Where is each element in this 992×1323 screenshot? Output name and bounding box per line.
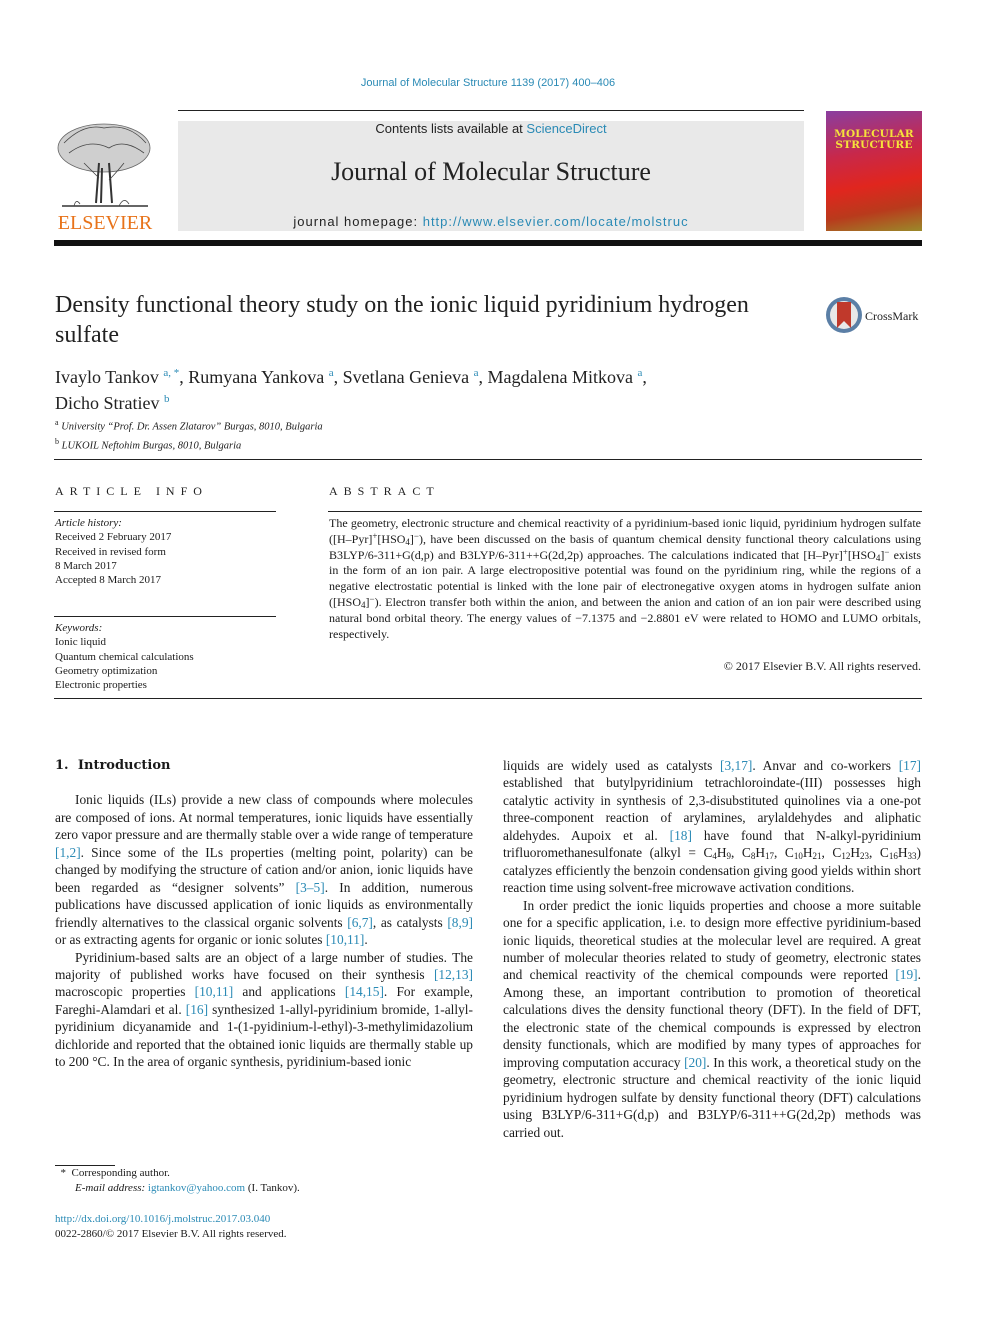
history-item: Received in revised form (55, 545, 166, 558)
journal-name: Journal of Molecular Structure (331, 157, 651, 186)
abstract-fragment: [HSO (847, 547, 876, 562)
article-history: Article history: Received 2 February 201… (55, 516, 277, 587)
section-rule (54, 698, 922, 699)
reference-link[interactable]: [1,2] (55, 845, 81, 860)
cover-title: MOLECULAR STRUCTURE (830, 129, 918, 151)
affiliation-text: LUKOIL Neftohim Burgas, 8010, Bulgaria (61, 440, 242, 451)
email-owner: (I. Tankov). (245, 1182, 300, 1194)
abstract-copyright: © 2017 Elsevier B.V. All rights reserved… (723, 659, 921, 673)
author-name[interactable]: Magdalena Mitkova (488, 367, 633, 387)
reference-link[interactable]: [6,7] (347, 915, 373, 930)
footnote-marker: * (60, 1167, 67, 1179)
paragraph: In order predict the ionic liquids prope… (503, 897, 921, 1140)
keyword: Ionic liquid (55, 636, 107, 649)
author-separator: , (642, 367, 647, 387)
author-name[interactable]: Svetlana Genieva (343, 367, 469, 387)
reference-link[interactable]: [3–5] (296, 880, 325, 895)
reference-link[interactable]: [18] (670, 828, 692, 843)
doi-block: http://dx.doi.org/10.1016/j.molstruc.201… (55, 1212, 475, 1242)
author-affiliation-marker[interactable]: b (164, 393, 170, 405)
history-item: Received 2 February 2017 (55, 531, 172, 544)
contents-line: Contents lists available at ScienceDirec… (178, 121, 804, 136)
paragraph: Pyridinium-based salts are an object of … (55, 949, 473, 1070)
email-note: E-mail address: igtankov@yahoo.com (I. T… (55, 1181, 475, 1196)
affiliation-text: University “Prof. Dr. Assen Zlatarov” Bu… (61, 421, 323, 433)
journal-masthead: Contents lists available at ScienceDirec… (178, 121, 804, 231)
paragraph: Ionic liquids (ILs) provide a new class … (55, 792, 473, 948)
article-title: Density functional theory study on the i… (55, 292, 749, 348)
journal-citation[interactable]: Journal of Molecular Structure 1139 (201… (0, 77, 976, 89)
keyword: Electronic properties (55, 679, 147, 692)
abstract-fragment: ). Electron transfer both within the ani… (329, 594, 921, 641)
article-info-rule (54, 511, 276, 512)
reference-link[interactable]: [19] (895, 967, 917, 982)
contents-prefix: Contents lists available at (375, 121, 527, 136)
affiliation: b LUKOIL Neftohim Burgas, 8010, Bulgaria (55, 435, 655, 454)
crossmark-label: CrossMark (865, 309, 919, 323)
crossmark-icon (826, 297, 862, 333)
affiliation-marker: a (55, 418, 59, 427)
history-item: 8 March 2017 (55, 559, 117, 572)
article-info-heading: ARTICLE INFO (55, 484, 208, 498)
author-name[interactable]: Dicho Stratiev (55, 393, 159, 413)
section-number: 1. (55, 758, 69, 773)
affiliation-marker: b (55, 436, 59, 446)
reference-link[interactable]: [10,11] (195, 984, 234, 999)
section-heading: 1. Introduction (55, 757, 473, 774)
abstract-fragment: [HSO (377, 531, 406, 546)
reference-link[interactable]: [14,15] (345, 984, 384, 999)
elsevier-wordmark[interactable]: ELSEVIER (54, 212, 156, 235)
reference-link[interactable]: [12,13] (434, 967, 473, 982)
history-item: Accepted 8 March 2017 (55, 574, 161, 587)
footnotes: * Corresponding author. E-mail address: … (55, 1166, 475, 1196)
abstract-text: The geometry, electronic structure and c… (329, 516, 921, 642)
history-label: Article history: (55, 517, 122, 529)
homepage-link[interactable]: http://www.elsevier.com/locate/molstruc (423, 214, 689, 229)
author-separator: , (333, 367, 343, 387)
sciencedirect-link[interactable]: ScienceDirect (526, 121, 606, 136)
author-name[interactable]: Rumyana Yankova (188, 367, 324, 387)
reference-link[interactable]: [17] (899, 758, 921, 773)
email-link[interactable]: igtankov@yahoo.com (148, 1182, 245, 1194)
cover-title-line2: STRUCTURE (835, 139, 913, 151)
email-label: E-mail address: (75, 1182, 148, 1194)
footnote-text: Corresponding author. (71, 1167, 170, 1179)
header-rule (178, 110, 804, 111)
abstract-heading: ABSTRACT (329, 484, 440, 498)
author-name[interactable]: Ivaylo Tankov (55, 367, 159, 387)
author-separator: , (179, 367, 189, 387)
journal-cover-image[interactable]: MOLECULAR STRUCTURE (826, 111, 922, 231)
reference-link[interactable]: [16] (186, 1002, 208, 1017)
paragraph-continued: liquids are widely used as catalysts [3,… (503, 758, 921, 896)
keyword: Geometry optimization (55, 664, 158, 677)
reference-link[interactable]: [8,9] (447, 915, 473, 930)
reference-link[interactable]: [20] (684, 1055, 706, 1070)
keywords: Keywords: Ionic liquid Quantum chemical … (55, 621, 277, 692)
section-title: Introduction (77, 758, 171, 773)
reference-link[interactable]: [3,17] (720, 758, 752, 773)
issn-line: 0022-2860/© 2017 Elsevier B.V. All right… (55, 1228, 287, 1240)
author-list: Ivaylo Tankov a, *, Rumyana Yankova a, S… (55, 362, 855, 414)
keywords-label: Keywords: (55, 622, 103, 634)
corresponding-author-note: * Corresponding author. (55, 1166, 475, 1181)
crossmark-button[interactable]: CrossMark (825, 296, 935, 336)
body-column-right: liquids are widely used as catalysts [3,… (503, 757, 921, 1141)
author-separator: , (478, 367, 488, 387)
keywords-rule (54, 616, 276, 617)
section-rule (54, 459, 922, 460)
affiliation: a University “Prof. Dr. Assen Zlatarov” … (55, 416, 655, 435)
homepage-prefix: journal homepage: (293, 214, 423, 229)
keyword: Quantum chemical calculations (55, 650, 194, 663)
reference-link[interactable]: [10,11] (326, 932, 365, 947)
homepage-line: journal homepage: http://www.elsevier.co… (178, 214, 804, 229)
body-column-left: 1. Introduction Ionic liquids (ILs) prov… (55, 757, 473, 1071)
header-thick-rule (54, 240, 922, 246)
abstract-rule (328, 511, 922, 512)
author-affiliation-marker[interactable]: a, * (163, 367, 179, 379)
doi-link[interactable]: http://dx.doi.org/10.1016/j.molstruc.201… (55, 1213, 270, 1225)
affiliations: a University “Prof. Dr. Assen Zlatarov” … (55, 416, 655, 453)
